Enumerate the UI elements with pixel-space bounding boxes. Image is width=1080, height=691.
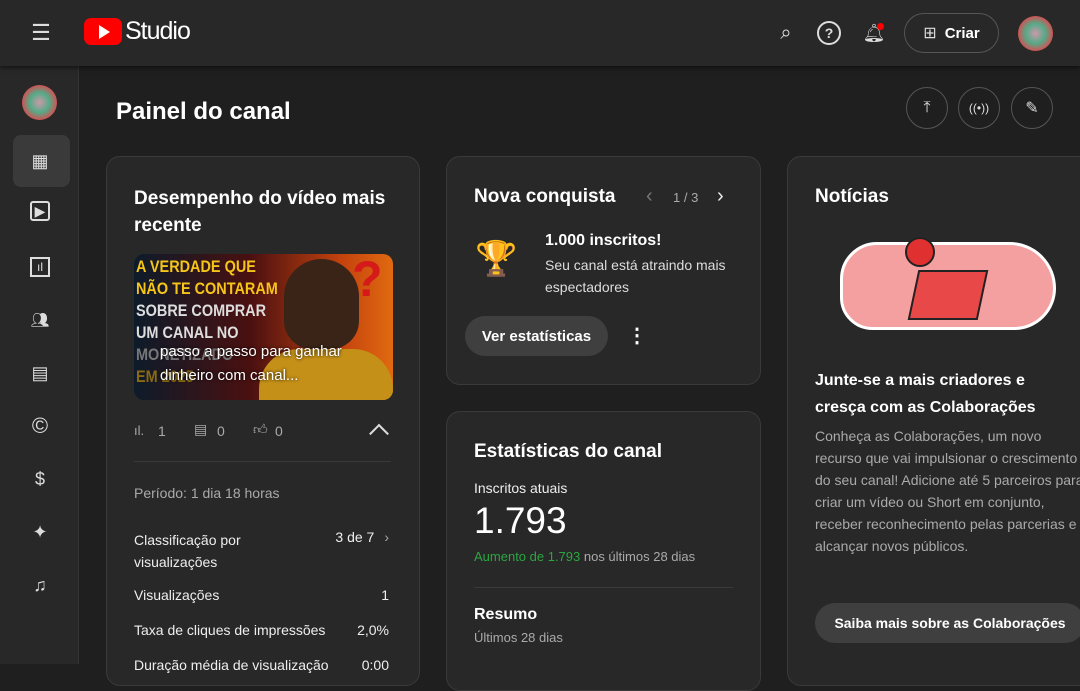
create-label: Criar	[944, 24, 980, 42]
top-header: ☰ Studio ⌕ ? 🔔︎ ⊞ Criar	[0, 0, 1080, 66]
upload-icon[interactable]: ⤒	[906, 87, 948, 129]
sidebar-item-customization[interactable]: ✦	[27, 519, 53, 545]
metric-row: Taxa de cliques de impressões 2,0%	[134, 622, 389, 638]
youtube-studio-logo[interactable]: Studio	[84, 17, 191, 46]
help-icon[interactable]: ?	[817, 21, 841, 45]
view-stats-button[interactable]: Ver estatísticas	[465, 316, 608, 356]
metric-label: Classificação por visualizações	[134, 532, 241, 570]
menu-icon[interactable]: ☰	[28, 20, 54, 46]
metric-row: Visualizações 1	[134, 587, 389, 603]
achievement-card: Nova conquista ‹ 1 / 3 › 🏆 1.000 inscrit…	[446, 156, 761, 385]
subscribers-label: Inscritos atuais	[474, 480, 568, 496]
channel-stats-card: Estatísticas do canal Inscritos atuais 1…	[446, 411, 761, 691]
period-label: Período: 1 dia 18 horas	[134, 485, 280, 501]
card-title: Desempenho do vídeo mais recente	[134, 188, 386, 236]
youtube-play-icon	[84, 18, 122, 45]
likes-count: 0	[275, 423, 283, 439]
thumb-person	[284, 259, 359, 349]
thumb-text: SOBRE COMPRAR	[136, 301, 267, 320]
achievement-desc: Seu canal está atraindo mais espectadore…	[545, 257, 726, 295]
news-card: Notícias Junte-se a mais criadores e cre…	[787, 156, 1080, 686]
page-title: Painel do canal	[116, 98, 291, 125]
sidebar-item-audio-library[interactable]: ♫	[27, 572, 53, 598]
metric-label: Taxa de cliques de impressões	[134, 622, 326, 638]
logo-text: Studio	[125, 17, 191, 45]
summary-title: Resumo	[474, 606, 538, 623]
thumb-question-mark: ?	[352, 254, 383, 307]
news-body: Conheça as Colaborações, um novo recurso…	[815, 428, 1080, 554]
card-title: Nova conquista	[474, 186, 616, 207]
sidebar-item-earn[interactable]: $	[27, 466, 53, 492]
notifications-icon[interactable]: 🔔︎	[861, 20, 887, 46]
trophy-icon: 🏆	[475, 240, 518, 278]
summary-period: Últimos 28 dias	[474, 630, 563, 645]
collapse-chevron-icon[interactable]	[369, 423, 389, 444]
views-icon: ıl.	[134, 423, 145, 438]
channel-avatar[interactable]	[22, 85, 57, 120]
notification-dot	[877, 23, 884, 30]
create-button[interactable]: ⊞ Criar	[904, 13, 999, 53]
views-count: 1	[158, 423, 166, 439]
metric-label: Visualizações	[134, 587, 220, 603]
pager-label: 1 / 3	[673, 190, 699, 205]
learn-collaborations-button[interactable]: Saiba mais sobre as Colaborações	[815, 603, 1080, 643]
metric-value: 0:00	[361, 657, 389, 673]
metric-row: Duração média de visualização 0:00	[134, 657, 389, 673]
likes-icon: 👍︎	[253, 421, 268, 437]
metric-row-ranking[interactable]: Classificação por visualizações 3 de 7 ›	[134, 529, 389, 573]
sidebar-item-copyright[interactable]: ©	[27, 413, 53, 439]
thumb-text: A VERDADE QUE	[136, 257, 256, 276]
sidebar-item-analytics[interactable]: ıl	[27, 254, 53, 280]
video-overlay-title: passo a passo para ganhar dinheiro com c…	[160, 343, 342, 384]
next-icon[interactable]: ›	[717, 185, 724, 208]
achievement-headline: 1.000 inscritos!	[545, 232, 662, 249]
comments-icon: ▤	[194, 421, 208, 437]
sidebar-item-community[interactable]: 👥︎	[27, 307, 53, 333]
video-plus-icon: ⊞	[923, 25, 937, 42]
metric-value: 3 de 7 ›	[335, 529, 389, 545]
latest-video-card: Desempenho do vídeo mais recente A VERDA…	[106, 156, 420, 686]
divider	[134, 461, 391, 462]
live-icon[interactable]: ((•))	[958, 87, 1000, 129]
sidebar-item-content[interactable]: ▶	[30, 201, 50, 221]
video-thumbnail[interactable]: A VERDADE QUE NÃO TE CONTARAM SOBRE COMP…	[134, 254, 393, 400]
increase-text: Aumento de 1.793 nos últimos 28 dias	[474, 549, 696, 564]
chevron-right-icon: ›	[384, 529, 389, 545]
news-headline: Junte-se a mais criadores e cresça com a…	[815, 372, 1036, 416]
divider	[474, 587, 733, 588]
subscribers-count: 1.793	[474, 500, 567, 541]
card-title: Estatísticas do canal	[474, 441, 662, 462]
create-post-icon[interactable]: ✎	[1011, 87, 1053, 129]
thumb-text: NÃO TE CONTARAM	[136, 279, 278, 298]
metric-label: Duração média de visualização	[134, 657, 329, 673]
account-avatar[interactable]	[1018, 16, 1053, 51]
comments-count: 0	[217, 423, 225, 439]
prev-icon[interactable]: ‹	[646, 185, 653, 208]
metric-value: 2,0%	[357, 622, 389, 638]
left-sidebar: ▦ ▶ ıl 👥︎ ▤ © $ ✦ ♫	[0, 66, 79, 664]
metric-value: 1	[381, 587, 389, 603]
more-options-icon[interactable]: ⋮	[627, 323, 647, 348]
search-icon[interactable]: ⌕	[773, 20, 799, 46]
sidebar-item-subtitles[interactable]: ▤	[27, 360, 53, 386]
card-title: Notícias	[815, 186, 889, 207]
collaborations-illustration	[840, 237, 1056, 330]
sidebar-item-dashboard[interactable]: ▦	[27, 148, 53, 174]
